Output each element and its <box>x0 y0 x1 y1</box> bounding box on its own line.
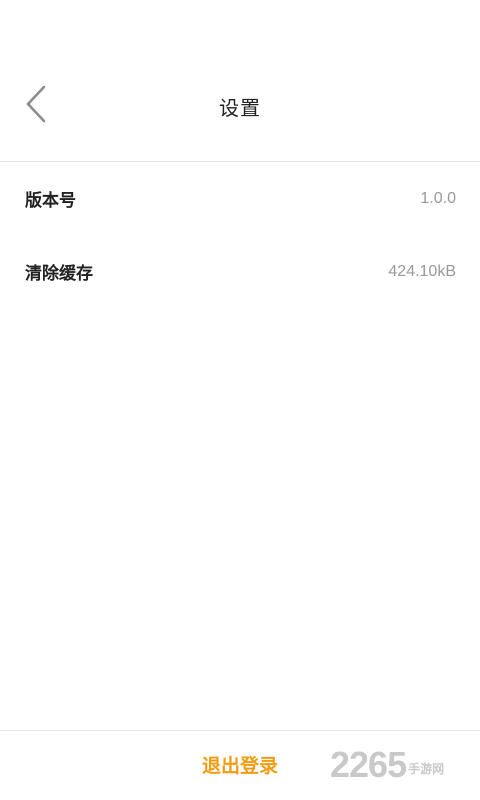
logout-button[interactable]: 退出登录 <box>185 749 295 783</box>
version-value: 1.0.0 <box>420 189 456 207</box>
settings-screen: 设置 版本号 1.0.0 清除缓存 424.10kB 退出登录 2265 手游网 <box>0 0 480 800</box>
settings-list: 版本号 1.0.0 清除缓存 424.10kB <box>0 162 480 308</box>
watermark-logo: 2265 手游网 <box>330 745 444 785</box>
bottom-bar: 退出登录 2265 手游网 <box>0 730 480 800</box>
cache-size-value: 424.10kB <box>388 262 456 280</box>
page-title: 设置 <box>219 96 261 120</box>
clear-cache-label: 清除缓存 <box>25 264 93 284</box>
settings-row-version[interactable]: 版本号 1.0.0 <box>0 162 480 235</box>
top-navigation-bar: 设置 <box>0 56 480 162</box>
version-label: 版本号 <box>25 191 76 211</box>
watermark-text: 手游网 <box>408 762 445 776</box>
settings-row-clear-cache[interactable]: 清除缓存 424.10kB <box>0 235 480 308</box>
watermark-number: 2265 <box>330 744 407 785</box>
